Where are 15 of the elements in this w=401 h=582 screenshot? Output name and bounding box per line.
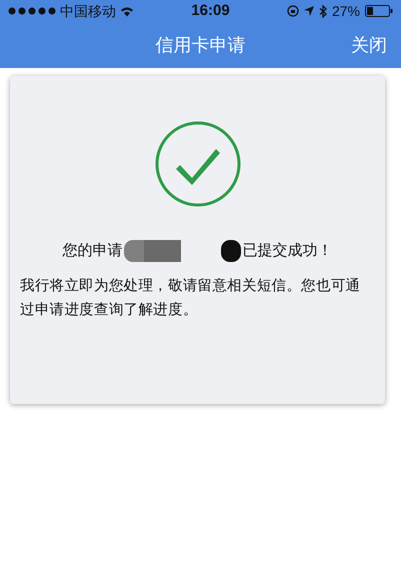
bluetooth-icon: [318, 4, 327, 18]
message-end: 已提交成功！: [242, 240, 332, 261]
lock-rotation-icon: [286, 5, 299, 17]
message-start: 您的申请: [62, 240, 122, 261]
battery-icon: [365, 5, 393, 17]
success-check-icon: [154, 120, 242, 208]
battery-percent: 27%: [332, 2, 360, 20]
signal-icon: [8, 7, 56, 15]
carrier-name: 中国移动: [60, 2, 116, 20]
location-arrow-icon: [304, 6, 314, 16]
wifi-icon: [120, 6, 134, 16]
detail-paragraph: 我行将立即为您处理，敬请留意相关短信。您也可通过申请进度查询了解进度。: [20, 276, 362, 320]
page-title: 信用卡申请: [156, 34, 246, 56]
close-button[interactable]: 关闭: [351, 32, 387, 58]
status-time: 16:09: [191, 0, 230, 21]
